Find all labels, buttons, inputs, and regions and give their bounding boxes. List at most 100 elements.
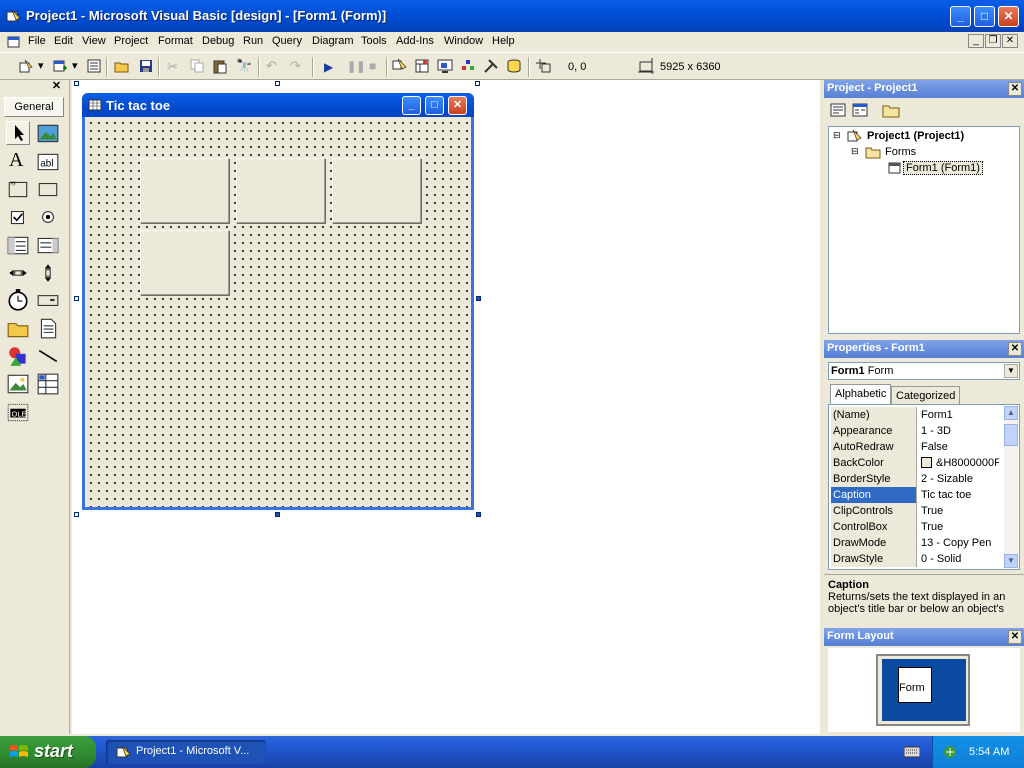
combobox-tool-icon[interactable] — [6, 233, 30, 257]
object-selector-combo[interactable]: Form1 Form ▼ — [828, 362, 1020, 380]
mdi-close-button[interactable]: ✕ — [1002, 34, 1018, 48]
start-run-icon[interactable]: ▶ — [324, 60, 333, 74]
scroll-thumb[interactable] — [1004, 424, 1018, 446]
form-layout-icon[interactable] — [437, 58, 453, 74]
toolbox-icon[interactable] — [483, 58, 499, 74]
menu-debug[interactable]: Debug — [202, 35, 234, 47]
form-client-area[interactable] — [85, 117, 471, 507]
tree-collapse-icon[interactable]: ⊟ — [833, 130, 841, 141]
ole-tool-icon[interactable]: OLE — [6, 400, 30, 424]
menu-diagram[interactable]: Diagram — [312, 35, 354, 47]
open-project-icon[interactable] — [114, 58, 130, 74]
textbox-tool-icon[interactable]: abl — [36, 150, 60, 174]
form-minimize-button[interactable]: _ — [402, 96, 421, 115]
property-value[interactable]: 1 - 3D — [919, 423, 999, 439]
mdi-restore-button[interactable]: ❐ — [985, 34, 1001, 48]
tree-node-form1[interactable]: Form1 (Form1) — [903, 161, 983, 175]
command-button-3[interactable] — [332, 158, 421, 223]
property-row[interactable]: BorderStyle 2 - Sizable — [831, 471, 999, 487]
scroll-up-icon[interactable]: ▲ — [1004, 406, 1018, 420]
properties-window-icon[interactable] — [414, 58, 430, 74]
mini-form-preview[interactable]: Form — [898, 667, 932, 703]
property-row[interactable]: (Name) Form1 — [831, 407, 999, 423]
optionbutton-tool-icon[interactable] — [36, 205, 60, 229]
properties-scrollbar[interactable]: ▲ ▼ — [1004, 406, 1018, 568]
toolbox-close-button[interactable]: ✕ — [50, 80, 63, 93]
property-value[interactable]: True — [919, 503, 999, 519]
property-row[interactable]: BackColor &H8000000F — [831, 455, 999, 471]
menu-add-ins[interactable]: Add-Ins — [396, 35, 434, 47]
property-row[interactable]: AutoRedraw False — [831, 439, 999, 455]
data-view-icon[interactable] — [506, 58, 522, 74]
property-row[interactable]: DrawMode 13 - Copy Pen — [831, 535, 999, 551]
copy-icon[interactable] — [189, 58, 205, 74]
add-project-dropdown-icon[interactable]: ▾ — [38, 59, 44, 72]
clock[interactable]: 5:54 AM — [969, 746, 1009, 758]
menu-project[interactable]: Project — [114, 35, 148, 47]
hscrollbar-tool-icon[interactable] — [6, 261, 30, 285]
toggle-folders-icon[interactable] — [882, 102, 900, 118]
project-panel-close-button[interactable]: ✕ — [1008, 82, 1022, 96]
designer-form[interactable]: Tic tac toe _ □ ✕ — [82, 93, 474, 510]
form-title-bar[interactable]: Tic tac toe _ □ ✕ — [82, 93, 474, 117]
undo-icon[interactable]: ↶ — [266, 58, 277, 74]
menu-format[interactable]: Format — [158, 35, 193, 47]
menu-file[interactable]: File — [28, 35, 46, 47]
tab-alphabetic[interactable]: Alphabetic — [830, 384, 892, 404]
add-project-icon[interactable] — [18, 58, 34, 74]
filelistbox-tool-icon[interactable] — [36, 316, 60, 340]
tree-node-project[interactable]: Project1 (Project1) — [867, 130, 964, 142]
property-row[interactable]: ControlBox True — [831, 519, 999, 535]
property-row[interactable]: ClipControls True — [831, 503, 999, 519]
data-tool-icon[interactable] — [36, 372, 60, 396]
form-document-icon[interactable] — [7, 35, 21, 49]
menu-window[interactable]: Window — [444, 35, 483, 47]
pointer-tool[interactable] — [6, 121, 30, 145]
property-value-color[interactable]: &H8000000F — [919, 455, 999, 471]
scroll-down-icon[interactable]: ▼ — [1004, 554, 1018, 568]
property-value[interactable]: 2 - Sizable — [919, 471, 999, 487]
chevron-down-icon[interactable]: ▼ — [1004, 364, 1018, 378]
view-object-icon[interactable] — [852, 102, 868, 118]
menu-view[interactable]: View — [82, 35, 106, 47]
main-title-bar[interactable]: Project1 - Microsoft Visual Basic [desig… — [0, 0, 1024, 32]
layout-panel-close-button[interactable]: ✕ — [1008, 630, 1022, 644]
resize-handle-s[interactable] — [275, 512, 280, 517]
mdi-minimize-button[interactable]: _ — [968, 34, 984, 48]
dirlistbox-tool-icon[interactable] — [6, 316, 30, 340]
property-value[interactable]: True — [919, 519, 999, 535]
end-icon[interactable]: ■ — [369, 59, 376, 73]
form-close-button[interactable]: ✕ — [448, 96, 467, 115]
menu-help[interactable]: Help — [492, 35, 515, 47]
close-button[interactable]: ✕ — [998, 6, 1019, 27]
redo-icon[interactable]: ↷ — [290, 58, 301, 74]
tab-categorized[interactable]: Categorized — [891, 386, 961, 404]
minimize-button[interactable]: _ — [950, 6, 971, 27]
menu-query[interactable]: Query — [272, 35, 302, 47]
drivelistbox-tool-icon[interactable] — [36, 288, 60, 312]
paste-icon[interactable] — [212, 58, 228, 74]
keyboard-icon[interactable] — [904, 746, 920, 758]
property-value[interactable]: False — [919, 439, 999, 455]
property-value[interactable]: Form1 — [919, 407, 999, 423]
menu-run[interactable]: Run — [243, 35, 263, 47]
tree-collapse-icon[interactable]: ⊟ — [851, 146, 859, 157]
find-icon[interactable]: 🔭 — [236, 58, 252, 74]
break-icon[interactable]: ❚❚ — [347, 60, 365, 73]
view-code-icon[interactable] — [830, 102, 846, 118]
cut-icon[interactable]: ✂ — [167, 59, 178, 75]
toolbox-general-tab[interactable]: General — [4, 97, 64, 117]
command-button-4[interactable] — [140, 230, 229, 295]
resize-handle-e[interactable] — [476, 296, 481, 301]
property-value[interactable]: 13 - Copy Pen — [919, 535, 999, 551]
label-tool-icon[interactable]: A — [9, 149, 33, 173]
timer-tool-icon[interactable] — [6, 288, 30, 312]
taskbar-button-vb[interactable]: Project1 - Microsoft V... — [106, 740, 266, 764]
checkbox-tool-icon[interactable] — [6, 205, 30, 229]
project-explorer-icon[interactable] — [392, 58, 408, 74]
resize-handle-se[interactable] — [476, 512, 481, 517]
add-form-dropdown-icon[interactable]: ▾ — [72, 59, 78, 72]
listbox-tool-icon[interactable] — [36, 233, 60, 257]
property-value[interactable]: Tic tac toe — [919, 487, 999, 503]
maximize-button[interactable]: □ — [974, 6, 995, 27]
